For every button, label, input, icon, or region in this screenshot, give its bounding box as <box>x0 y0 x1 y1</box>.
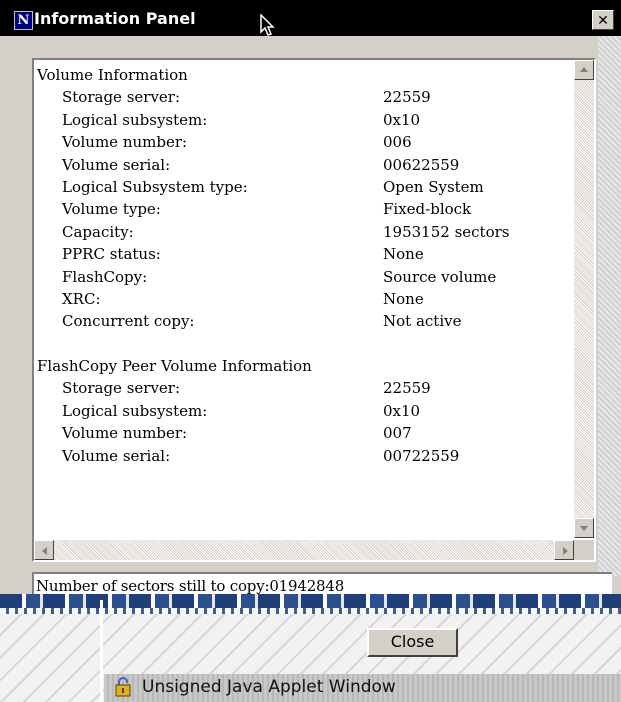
render-artifact <box>0 594 621 608</box>
info-row: Logical Subsystem type: Open System <box>37 176 484 198</box>
info-value: 1953152 sectors <box>383 222 510 241</box>
info-value: 22559 <box>383 88 431 107</box>
vertical-scrollbar[interactable] <box>574 60 594 538</box>
info-label: FlashCopy: <box>62 267 148 286</box>
info-label: Storage server: <box>62 379 181 398</box>
info-label: Volume serial: <box>62 155 171 174</box>
info-label: PPRC status: <box>62 245 161 264</box>
info-label: Volume type: <box>62 200 161 219</box>
info-value: Fixed-block <box>383 200 472 219</box>
info-row: Volume serial: 00622559 <box>37 154 459 176</box>
info-row: FlashCopy: Source volume <box>37 266 496 288</box>
info-label: Volume number: <box>62 424 188 443</box>
info-row: Volume type: Fixed-block <box>37 198 471 220</box>
info-value: Open System <box>383 177 484 196</box>
info-label: Logical Subsystem type: <box>62 177 248 196</box>
applet-warning-label: Unsigned Java Applet Window <box>142 677 396 697</box>
info-label: Logical subsystem: <box>62 110 208 129</box>
info-row: Logical subsystem: 0x10 <box>37 109 420 131</box>
lock-icon <box>115 677 131 697</box>
window-title: Information Panel <box>34 9 196 28</box>
info-label: Storage server: <box>62 88 181 107</box>
title-bar[interactable]: N Information Panel ✕ <box>0 0 621 36</box>
info-label: Logical subsystem: <box>62 401 208 420</box>
info-value: 006 <box>383 133 412 152</box>
information-text-area[interactable]: Volume Information Storage server: 22559 Lo… <box>32 58 596 562</box>
info-row: Concurrent copy: Not active <box>37 310 461 332</box>
horizontal-scrollbar[interactable] <box>34 540 574 560</box>
info-value: 007 <box>383 424 412 443</box>
info-value: Not active <box>383 312 462 331</box>
scroll-corner <box>574 540 594 560</box>
mouse-pointer-icon <box>260 14 275 36</box>
info-value: None <box>383 289 424 308</box>
information-content: Volume Information Storage server: 22559 Lo… <box>37 64 509 467</box>
close-icon[interactable]: ✕ <box>592 10 614 30</box>
info-label: Concurrent copy: <box>62 312 195 331</box>
info-row: Volume number: 007 <box>37 422 412 444</box>
scroll-right-button[interactable] <box>554 540 574 560</box>
divider <box>100 600 103 702</box>
close-button[interactable]: Close <box>367 628 458 657</box>
info-row: Storage server: 22559 <box>37 86 431 108</box>
info-value: None <box>383 245 424 264</box>
info-label: Capacity: <box>62 222 134 241</box>
info-value: 0x10 <box>383 110 421 129</box>
scroll-left-button[interactable] <box>34 540 54 560</box>
applet-warning-bar: Unsigned Java Applet Window <box>104 674 621 702</box>
netscape-icon: N <box>14 11 33 30</box>
info-row: Volume number: 006 <box>37 131 412 153</box>
info-row: XRC: None <box>37 288 424 310</box>
info-label: Volume serial: <box>62 446 171 465</box>
section-heading: Volume Information <box>37 66 188 84</box>
copy-status-text: Number of sectors still to copy:01942848 <box>36 577 345 595</box>
info-label: Volume number: <box>62 133 188 152</box>
info-row: Storage server: 22559 <box>37 377 431 399</box>
scroll-down-button[interactable] <box>574 518 594 538</box>
info-value: 0x10 <box>383 401 421 420</box>
info-value: 00622559 <box>383 155 460 174</box>
info-row: PPRC status: None <box>37 243 424 265</box>
scroll-up-button[interactable] <box>574 60 594 80</box>
info-value: 00722559 <box>383 446 460 465</box>
info-row: Volume serial: 00722559 <box>37 445 459 467</box>
info-row: Logical subsystem: 0x10 <box>37 400 420 422</box>
info-label: XRC: <box>62 289 101 308</box>
info-value: 22559 <box>383 379 431 398</box>
section-heading: FlashCopy Peer Volume Information <box>37 357 312 376</box>
window-edge <box>598 36 621 576</box>
info-row: Capacity: 1953152 sectors <box>37 221 509 243</box>
info-value: Source volume <box>383 267 497 286</box>
